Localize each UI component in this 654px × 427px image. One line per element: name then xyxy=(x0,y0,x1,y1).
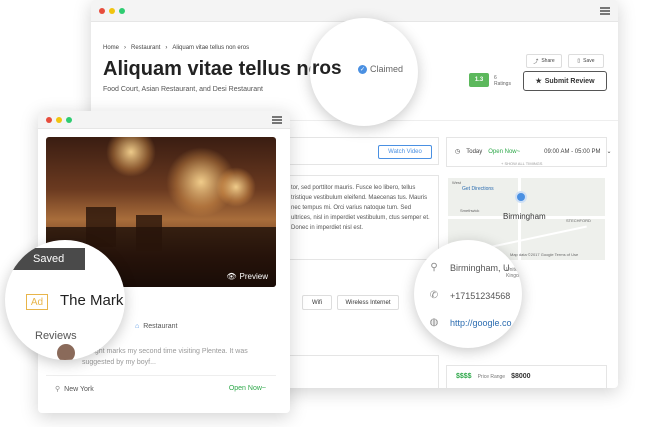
lamp-glow xyxy=(106,137,156,177)
breadcrumb-separator: › xyxy=(124,45,127,51)
ratings-count: 6 Ratings xyxy=(494,75,511,87)
map-pin-icon[interactable] xyxy=(515,191,527,203)
clock-icon: ◷ xyxy=(455,149,461,155)
chair-shape xyxy=(86,207,116,247)
open-status: Open Now~ xyxy=(488,148,521,155)
window-controls xyxy=(46,117,72,123)
tag-icon: ⌂ xyxy=(135,323,140,330)
claimed-badge: ✓ Claimed xyxy=(358,64,403,74)
card-location: ⚲ New York xyxy=(55,385,94,394)
claimed-label: Claimed xyxy=(370,64,404,74)
lamp-glow xyxy=(216,167,256,207)
submit-review-button[interactable]: ★ Submit Review xyxy=(523,71,607,91)
location-pin-icon: ⚲ xyxy=(430,262,438,273)
minimize-dot[interactable] xyxy=(109,8,115,14)
phone-text[interactable]: +17151234568 xyxy=(450,291,510,301)
title-fragment: ros xyxy=(312,58,342,79)
zoom-contact-info: ⚲ Birmingham, U United Kingdom ✆ +171512… xyxy=(414,240,522,348)
price-symbols: $$$$ xyxy=(456,373,472,380)
breadcrumb-current: Aliquam vitae tellus non eros xyxy=(172,45,250,51)
globe-icon: ◍ xyxy=(429,317,439,328)
breadcrumb: Home › Restaurant › Aliquam vitae tellus… xyxy=(103,45,249,51)
preview-label: Preview xyxy=(239,272,268,281)
maximize-dot[interactable] xyxy=(119,8,125,14)
save-button[interactable]: ▯ Save xyxy=(568,54,604,68)
map-city-label: Birmingham xyxy=(503,212,546,221)
website-link[interactable]: http://google.co xyxy=(450,318,512,328)
breadcrumb-home[interactable]: Home xyxy=(103,45,119,51)
breadcrumb-separator: › xyxy=(165,45,168,51)
map-label: West xyxy=(452,180,462,185)
submit-review-label: Submit Review xyxy=(544,77,595,85)
location-pin-icon: ⚲ xyxy=(55,386,61,393)
get-directions-link[interactable]: Get Directions xyxy=(462,186,494,192)
price-value: $8000 xyxy=(511,373,531,380)
window-controls xyxy=(99,8,125,14)
save-label: Save xyxy=(583,58,595,64)
ratings-label: Ratings xyxy=(494,81,511,87)
today-label: Today xyxy=(466,148,483,155)
zoom-card-title: Saved Ad The Mark Hotel Reviews xyxy=(5,240,125,360)
stage: Home › Restaurant › Aliquam vitae tellus… xyxy=(0,0,654,427)
window-titlebar xyxy=(38,111,290,129)
map-label: STECHFORD xyxy=(566,218,591,223)
preview-button[interactable]: 👁 Preview xyxy=(226,272,268,281)
watch-video-button[interactable]: Watch Video xyxy=(378,145,432,159)
map-attribution: Map data ©2017 Google Terms of Use xyxy=(510,252,579,257)
menu-icon[interactable] xyxy=(600,7,610,15)
price-label: Price Range xyxy=(477,373,506,380)
page-title: Aliquam vitae tellus non xyxy=(103,58,334,80)
listing-name[interactable]: The Mark Hotel xyxy=(60,292,125,309)
avatar xyxy=(57,344,75,360)
minimize-dot[interactable] xyxy=(56,117,62,123)
close-dot[interactable] xyxy=(99,8,105,14)
divider xyxy=(46,375,276,376)
hours-range: 09:00 AM - 05:00 PM xyxy=(544,148,601,155)
ad-badge: Ad xyxy=(26,294,48,310)
listing-categories: Food Court, Asian Restaurant, and Desi R… xyxy=(103,86,263,93)
amenity-tag: Wireless Internet xyxy=(337,295,399,310)
share-icon: ⤴ xyxy=(533,58,539,65)
address-subtext: United Kingdom xyxy=(506,267,522,279)
category-label: Restaurant xyxy=(143,323,178,330)
phone-row: ✆ +17151234568 xyxy=(428,290,511,301)
description-text: tor, sed porttitor mauris. Fusce leo lib… xyxy=(291,185,430,231)
review-snippet: Tonight marks my second time visiting Pl… xyxy=(82,348,248,366)
maximize-dot[interactable] xyxy=(66,117,72,123)
bookmark-icon: ▯ xyxy=(577,58,581,64)
menu-icon[interactable] xyxy=(272,116,282,124)
card-category: ⌂ Restaurant xyxy=(135,323,177,330)
price-range: $$$$ Price Range $8000 xyxy=(456,373,531,380)
share-label: Share xyxy=(541,58,555,64)
reviews-label: Reviews xyxy=(35,330,77,342)
hours-today: ◷ Today Open Now~ 09:00 AM - 05:00 PM ⌄ xyxy=(455,148,612,156)
phone-icon: ✆ xyxy=(429,290,439,301)
breadcrumb-restaurant[interactable]: Restaurant xyxy=(131,45,160,51)
amenity-tag: Wifi xyxy=(302,295,332,310)
open-status: Open Now~ xyxy=(228,385,266,392)
verified-check-icon: ✓ xyxy=(358,64,367,74)
address-row: ⚲ Birmingham, U xyxy=(428,262,510,273)
star-icon: ★ xyxy=(535,78,542,85)
chevron-down-icon[interactable]: ⌄ xyxy=(607,148,612,155)
address-text: Birmingham, U xyxy=(450,262,510,273)
show-all-timings-link[interactable]: + SHOW ALL TIMINGS xyxy=(501,161,542,166)
eye-icon: 👁 xyxy=(226,272,237,281)
location-label: New York xyxy=(64,385,94,393)
review-panel xyxy=(289,355,439,388)
saved-badge[interactable]: Saved xyxy=(5,248,85,270)
map-label: Smethwick xyxy=(460,208,480,213)
close-dot[interactable] xyxy=(46,117,52,123)
chair-shape xyxy=(136,215,162,251)
rating-badge: 1.3 xyxy=(469,73,489,87)
zoom-claimed-badge: ros ✓ Claimed xyxy=(310,18,418,126)
website-row: ◍ http://google.co xyxy=(428,317,512,328)
share-button[interactable]: ⤴ Share xyxy=(526,54,562,68)
